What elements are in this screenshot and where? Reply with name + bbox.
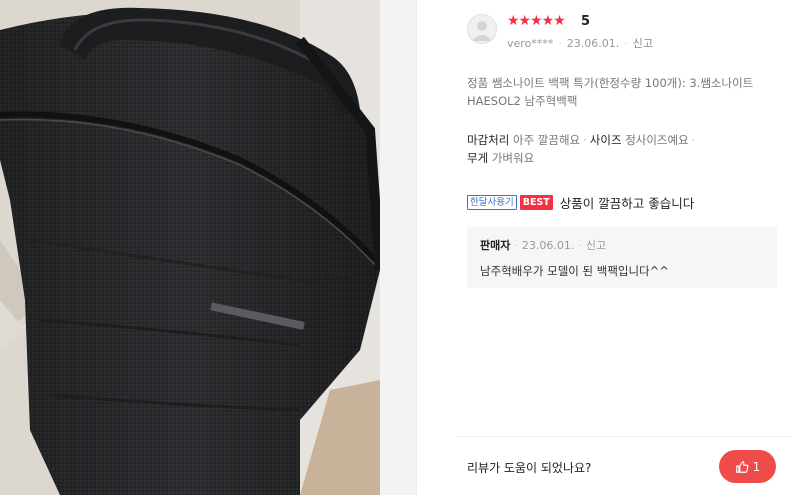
attr-value: 가벼워요 bbox=[491, 151, 535, 165]
thumbs-up-icon bbox=[735, 460, 749, 473]
attr-value: 아주 깔끔해요 bbox=[512, 133, 581, 147]
seller-reply: 판매자 · 23.06.01. · 신고 남주혁배우가 모델이 된 백팩입니다^^ bbox=[467, 227, 777, 288]
seller-label: 판매자 bbox=[480, 239, 511, 252]
attr-key: 사이즈 bbox=[589, 133, 622, 147]
review-attributes: 마감처리 아주 깔끔해요 · 사이즈 정사이즈예요 · 무게 가벼워요 bbox=[467, 133, 696, 165]
review-detail-panel: ★★★★★ 5 vero**** · 23.06.01. · 신고 정품 쌤소나이트 백… bbox=[416, 0, 791, 495]
attr-key: 마감처리 bbox=[467, 133, 510, 147]
review-badges: 한달사용기 BEST 상품이 깔끔하고 좋습니다 bbox=[467, 193, 694, 212]
month-use-badge: 한달사용기 bbox=[467, 195, 517, 210]
best-badge: BEST bbox=[519, 195, 553, 210]
panel-border bbox=[416, 0, 417, 495]
helpful-count: 1 bbox=[752, 459, 761, 474]
report-button[interactable]: 신고 bbox=[633, 37, 653, 50]
seller-reply-text: 남주혁배우가 모델이 된 백팩입니다^^ bbox=[480, 264, 669, 278]
purchased-option: 정품 쌤소나이트 백팩 특가(한정수량 100개): 3.쌤소나이트 HAESO… bbox=[467, 76, 754, 108]
attr-value: 정사이즈예요 bbox=[625, 133, 689, 147]
rating-stars: ★★★★★ bbox=[507, 13, 566, 29]
attr-key: 무게 bbox=[467, 151, 489, 165]
helpful-question: 리뷰가 도움이 되었나요? bbox=[467, 461, 592, 475]
review-text: 상품이 깔끔하고 좋습니다 bbox=[559, 196, 695, 211]
footer-divider bbox=[456, 436, 791, 437]
seller-reply-date: 23.06.01. bbox=[521, 239, 575, 252]
backpack-photo bbox=[0, 0, 380, 495]
review-meta: vero**** · 23.06.01. · 신고 bbox=[507, 37, 654, 50]
seller-reply-meta: 판매자 · 23.06.01. · 신고 bbox=[480, 239, 607, 252]
review-photo[interactable] bbox=[0, 0, 380, 495]
gallery-divider bbox=[380, 0, 416, 495]
seller-report-button[interactable]: 신고 bbox=[586, 239, 606, 252]
helpful-like-button[interactable]: 1 bbox=[719, 450, 776, 483]
review-date: 23.06.01. bbox=[566, 37, 620, 50]
user-avatar-icon bbox=[467, 14, 497, 44]
reviewer-name: vero**** bbox=[507, 37, 554, 50]
rating-score: 5 bbox=[581, 14, 591, 29]
